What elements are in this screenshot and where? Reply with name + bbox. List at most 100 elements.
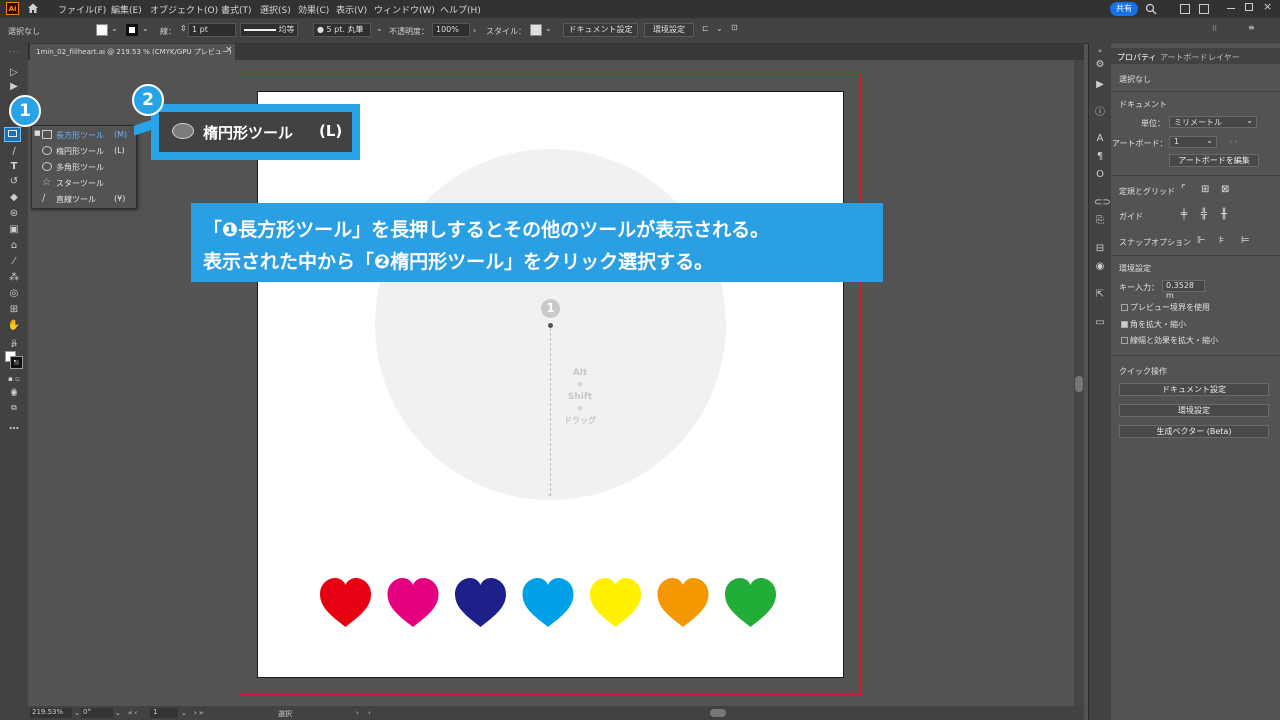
chevron-down-icon[interactable]: ⌄ [716, 24, 723, 33]
preview-bounds-checkbox[interactable]: プレビュー境界を使用 [1121, 302, 1210, 313]
grid-icon[interactable]: ⊞ [1201, 184, 1209, 195]
artboard-nav-icon[interactable]: ‹ › [1229, 137, 1238, 146]
scale-strokes-checkbox[interactable]: 線幅と効果を拡大・縮小 [1121, 335, 1218, 346]
selection-tool-icon[interactable]: ▷ [7, 67, 21, 79]
vertical-scroll-thumb[interactable] [1075, 376, 1083, 392]
artboard-tool-icon[interactable]: ⊞ [7, 304, 21, 316]
heart-shape[interactable] [590, 578, 641, 627]
rectangle-tool-icon[interactable] [4, 127, 21, 142]
fill-swatch[interactable] [96, 24, 108, 36]
tab-close-icon[interactable]: × [225, 45, 233, 55]
prev-artboard-icon[interactable]: « ‹ [128, 709, 137, 717]
minimize-icon[interactable] [1227, 8, 1235, 9]
heart-shape[interactable] [320, 578, 371, 627]
zoom-field[interactable]: 219.53% [30, 708, 72, 718]
character-icon[interactable]: A [1094, 133, 1106, 145]
artboard-number-field[interactable]: 1 [150, 708, 178, 718]
chevron-right-icon[interactable]: › [356, 709, 359, 717]
stroke-profile-select[interactable]: 均等 [240, 23, 298, 37]
chevron-left-icon[interactable]: ‹ [368, 709, 371, 717]
smart-guides-icon[interactable]: ╫ [1221, 209, 1227, 220]
chevron-right-icon[interactable]: › [473, 26, 476, 35]
menu-file[interactable]: ファイル(F) [58, 3, 106, 16]
hand-tool-icon[interactable]: ✋ [7, 320, 21, 332]
chevron-down-icon[interactable]: ⌄ [142, 24, 149, 33]
restore-icon[interactable] [1245, 3, 1253, 11]
export-icon[interactable]: ⎘ [1094, 215, 1106, 227]
menu-icon[interactable]: ≡ [1248, 23, 1255, 32]
properties-icon[interactable]: ⚙ [1094, 59, 1106, 71]
tab-artboards[interactable]: アートボード [1160, 52, 1208, 63]
flyout-item-polygon[interactable]: 多角形ツール [34, 160, 134, 174]
menu-effect[interactable]: 効果(C) [298, 3, 329, 16]
menu-window[interactable]: ウィンドウ(W) [374, 3, 435, 16]
opentype-icon[interactable]: O [1094, 169, 1106, 181]
type-tool-icon[interactable]: T [7, 161, 21, 173]
stepper-icon[interactable]: ⇕ [180, 24, 187, 33]
opacity-label[interactable]: 不透明度： [389, 26, 429, 37]
horizontal-scroll-thumb[interactable] [710, 709, 726, 717]
flyout-item-ellipse[interactable]: 楕円形ツール (L) [34, 144, 134, 158]
flyout-item-star[interactable]: ☆ スターツール [34, 176, 134, 190]
preferences-button[interactable]: 環境設定 [644, 23, 694, 37]
shape-builder-tool-icon[interactable]: ⌂ [7, 240, 21, 252]
links-icon[interactable]: ⊂⊃ [1094, 197, 1111, 209]
ruler-icon[interactable]: ⌜ [1181, 184, 1186, 195]
appearance-icon[interactable]: ◉ [1094, 261, 1106, 273]
chevron-down-icon[interactable]: ⌄ [376, 24, 383, 33]
edit-artboards-button[interactable]: アートボードを編集 [1169, 154, 1259, 167]
share-button[interactable]: 共有 [1110, 2, 1138, 16]
menu-help[interactable]: ヘルプ(H) [440, 3, 481, 16]
arrange-documents-icon[interactable] [1180, 4, 1190, 14]
key-increment-field[interactable]: 0.3528 m [1162, 280, 1205, 300]
more-tools-icon[interactable]: … [7, 421, 21, 433]
menu-type[interactable]: 書式(T) [221, 3, 252, 16]
opacity-field[interactable]: 100% [432, 23, 470, 37]
style-swatch[interactable] [530, 24, 542, 36]
stroke-swatch[interactable] [126, 24, 138, 36]
next-artboard-icon[interactable]: › » [194, 709, 203, 717]
rotation-field[interactable]: 0° [81, 708, 113, 718]
document-setup-button[interactable]: ドキュメント設定 [563, 23, 638, 37]
panel-toggle-icon[interactable]: ⁝⁝ [1212, 24, 1217, 33]
actions-icon[interactable]: ▶ [1094, 79, 1106, 91]
chevron-down-icon[interactable]: ⌄ [111, 24, 118, 33]
vertical-scrollbar[interactable] [1074, 60, 1084, 706]
qa-generative-vector-button[interactable]: 生成ベクター (Beta) [1119, 425, 1269, 438]
close-icon[interactable]: × [1263, 0, 1272, 13]
menu-object[interactable]: オブジェクト(O) [150, 3, 218, 16]
menu-select[interactable]: 選択(S) [260, 3, 291, 16]
chevron-down-icon[interactable]: ⌄ [115, 709, 121, 717]
menu-edit[interactable]: 編集(E) [111, 3, 142, 16]
document-tab[interactable]: 1min_02_fillheart.ai @ 219.53 % (CMYK/GP… [30, 44, 235, 60]
snap-pixel-icon[interactable]: ⊨ [1241, 235, 1250, 246]
paragraph-icon[interactable]: ¶ [1094, 151, 1106, 163]
qa-preferences-button[interactable]: 環境設定 [1119, 404, 1269, 417]
screen-mode-icon[interactable]: ⧉ [7, 402, 21, 414]
tab-layers[interactable]: レイヤー [1208, 52, 1240, 63]
search-icon[interactable] [1145, 3, 1157, 15]
units-select[interactable]: ミリメートル ⌄ [1169, 116, 1257, 128]
collapse-panels-icon[interactable]: « [1094, 45, 1106, 57]
workspace-icon[interactable] [1199, 4, 1209, 14]
heart-shape[interactable] [522, 578, 574, 627]
chevron-down-icon[interactable]: ⌄ [181, 709, 187, 717]
flyout-item-line[interactable]: ∕ 直線ツール (¥) [34, 192, 134, 206]
comments-icon[interactable]: ▭ [1094, 317, 1106, 329]
swap-colors-icon[interactable]: ⇄ [7, 339, 21, 351]
artboard-select[interactable]: 1 ⌄ [1169, 136, 1217, 148]
flyout-item-rectangle[interactable]: ■ 長方形ツール (M) [34, 128, 134, 142]
symbol-sprayer-tool-icon[interactable]: ◎ [7, 288, 21, 300]
brush-select[interactable]: ● 5 pt. 丸筆 [313, 23, 371, 37]
free-transform-tool-icon[interactable]: ▣ [7, 224, 21, 236]
artboard[interactable]: 1 ⌄ Alt + Shift + ドラッグ [257, 91, 844, 678]
blend-tool-icon[interactable]: ⁂ [7, 272, 21, 284]
qa-document-setup-button[interactable]: ドキュメント設定 [1119, 383, 1269, 396]
transparency-grid-icon[interactable]: ⊠ [1221, 184, 1229, 195]
paintbrush-tool-icon[interactable]: ∕ [7, 146, 21, 158]
chevron-down-icon[interactable]: ⌄ [545, 24, 552, 33]
snap-grid-icon[interactable]: ⊧ [1219, 235, 1224, 246]
tab-properties[interactable]: プロパティ [1117, 52, 1157, 63]
drawing-mode-icon[interactable]: ◉ [7, 387, 21, 399]
heart-shape[interactable] [725, 578, 776, 627]
